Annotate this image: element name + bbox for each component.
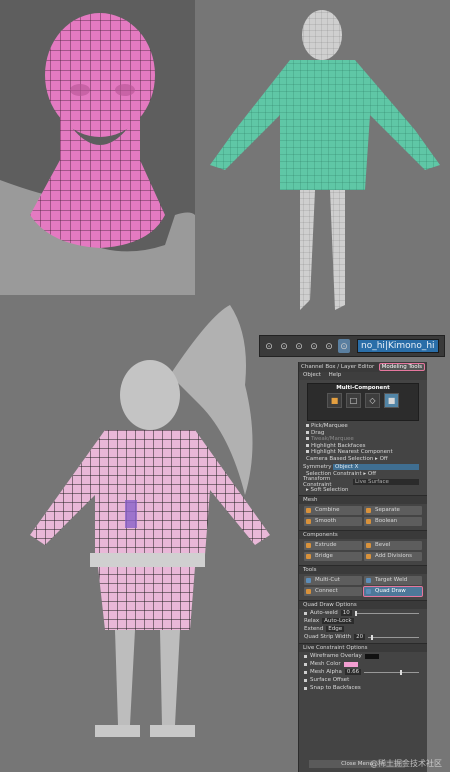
combine-button[interactable]: Combine <box>304 506 362 515</box>
live-constraint-header[interactable]: Live Constraint Options <box>299 643 427 652</box>
symmetry-row: Symmetry Object X <box>299 462 427 471</box>
mesh-color-row[interactable]: Mesh Color <box>299 660 427 668</box>
strip-width-field[interactable]: 20 <box>354 634 366 640</box>
mesh-alpha-slider[interactable] <box>364 669 419 675</box>
smooth-button[interactable]: Smooth <box>304 517 362 526</box>
multi-component-icon[interactable]: □ <box>346 393 361 408</box>
separate-button[interactable]: Separate <box>364 506 422 515</box>
head-wireframe-render <box>0 13 195 295</box>
live-surface-icon[interactable]: ⊙ <box>338 339 350 353</box>
multi-cut-button[interactable]: Multi-Cut <box>304 576 362 585</box>
quad-draw-button[interactable]: Quad Draw <box>363 586 423 597</box>
tab-channel-box[interactable]: Channel Box / Layer Editor <box>301 364 374 370</box>
mesh-section-header[interactable]: Mesh <box>299 495 427 504</box>
wireframe-color-swatch[interactable] <box>364 653 379 659</box>
snap-view-plane-icon[interactable]: ⊙ <box>308 339 320 353</box>
auto-weld-row: Auto-weld 10 <box>299 609 427 617</box>
components-section-header[interactable]: Components <box>299 530 427 539</box>
mesh-color-swatch[interactable] <box>343 661 358 667</box>
soft-selection-section[interactable]: ▸ Soft Selection <box>299 487 427 494</box>
snap-curve-icon[interactable]: ⊙ <box>278 339 290 353</box>
panel-menubar: Object Help <box>299 372 427 380</box>
tools-section-header[interactable]: Tools <box>299 565 427 574</box>
object-mode-icon[interactable]: ■ <box>327 393 342 408</box>
boolean-button[interactable]: Boolean <box>364 517 422 526</box>
bevel-button[interactable]: Bevel <box>364 541 422 550</box>
mesh-alpha-knob[interactable] <box>400 669 403 675</box>
strip-width-row: Quad Strip Width 20 <box>299 633 427 641</box>
transform-constraint-row: Transform Constraint Live Surface <box>299 476 427 488</box>
extend-row: Extend Edge <box>304 626 345 632</box>
multi-component-title: Multi-Component <box>336 385 390 391</box>
kimono-figure-perspective-view <box>30 305 270 737</box>
menu-object[interactable]: Object <box>303 372 321 378</box>
auto-weld-field[interactable]: 10 <box>340 610 352 616</box>
live-object-field[interactable]: no_hi|Kimono_hi <box>357 339 439 353</box>
mesh-alpha-row: Mesh Alpha 0.66 <box>299 668 427 676</box>
uv-mode-icon[interactable]: ◇ <box>365 393 380 408</box>
symmetry-dropdown[interactable]: Object X <box>333 463 419 470</box>
relax-dropdown[interactable]: Auto-Lock <box>322 618 354 624</box>
watermark: @稀土掘金技术社区 <box>370 759 442 768</box>
modeling-tools-panel: Channel Box / Layer Editor Modeling Tool… <box>298 362 427 772</box>
extrude-button[interactable]: Extrude <box>304 541 362 550</box>
snap-to-backfaces-row[interactable]: Snap to Backfaces <box>299 684 427 692</box>
connect-button[interactable]: Connect <box>304 587 362 596</box>
make-live-icon[interactable]: ⊙ <box>323 339 335 353</box>
panel-tabs: Channel Box / Layer Editor Modeling Tool… <box>299 362 427 372</box>
transform-constraint-dropdown[interactable]: Live Surface <box>353 479 419 485</box>
relax-row: Relax Auto-Lock <box>304 618 354 624</box>
surface-offset-row[interactable]: Surface Offset <box>299 676 427 684</box>
strip-width-slider[interactable] <box>368 634 419 640</box>
snap-grid-icon[interactable]: ⊙ <box>263 339 275 353</box>
add-divisions-button[interactable]: Add Divisions <box>364 552 422 561</box>
multi-component-box: Multi-Component ■ □ ◇ ■ <box>307 383 419 421</box>
component-mode-icon[interactable]: ■ <box>384 393 399 408</box>
quad-draw-options-header[interactable]: Quad Draw Options <box>299 600 427 609</box>
menu-help[interactable]: Help <box>329 372 342 378</box>
extend-dropdown[interactable]: Edge <box>326 626 345 632</box>
auto-weld-slider[interactable] <box>354 610 419 616</box>
snap-toolbar: ⊙ ⊙ ⊙ ⊙ ⊙ ⊙ no_hi|Kimono_hi <box>259 335 445 357</box>
wireframe-overlay-row[interactable]: Wireframe Overlay <box>299 652 427 660</box>
mesh-alpha-field[interactable]: 0.66 <box>344 669 362 675</box>
bridge-button[interactable]: Bridge <box>304 552 362 561</box>
tab-modeling-tools[interactable]: Modeling Tools <box>378 363 425 371</box>
kimono-figure-front-view <box>210 10 440 310</box>
head-closeup-viewport <box>0 0 195 295</box>
target-weld-button[interactable]: Target Weld <box>364 576 422 585</box>
snap-point-icon[interactable]: ⊙ <box>293 339 305 353</box>
